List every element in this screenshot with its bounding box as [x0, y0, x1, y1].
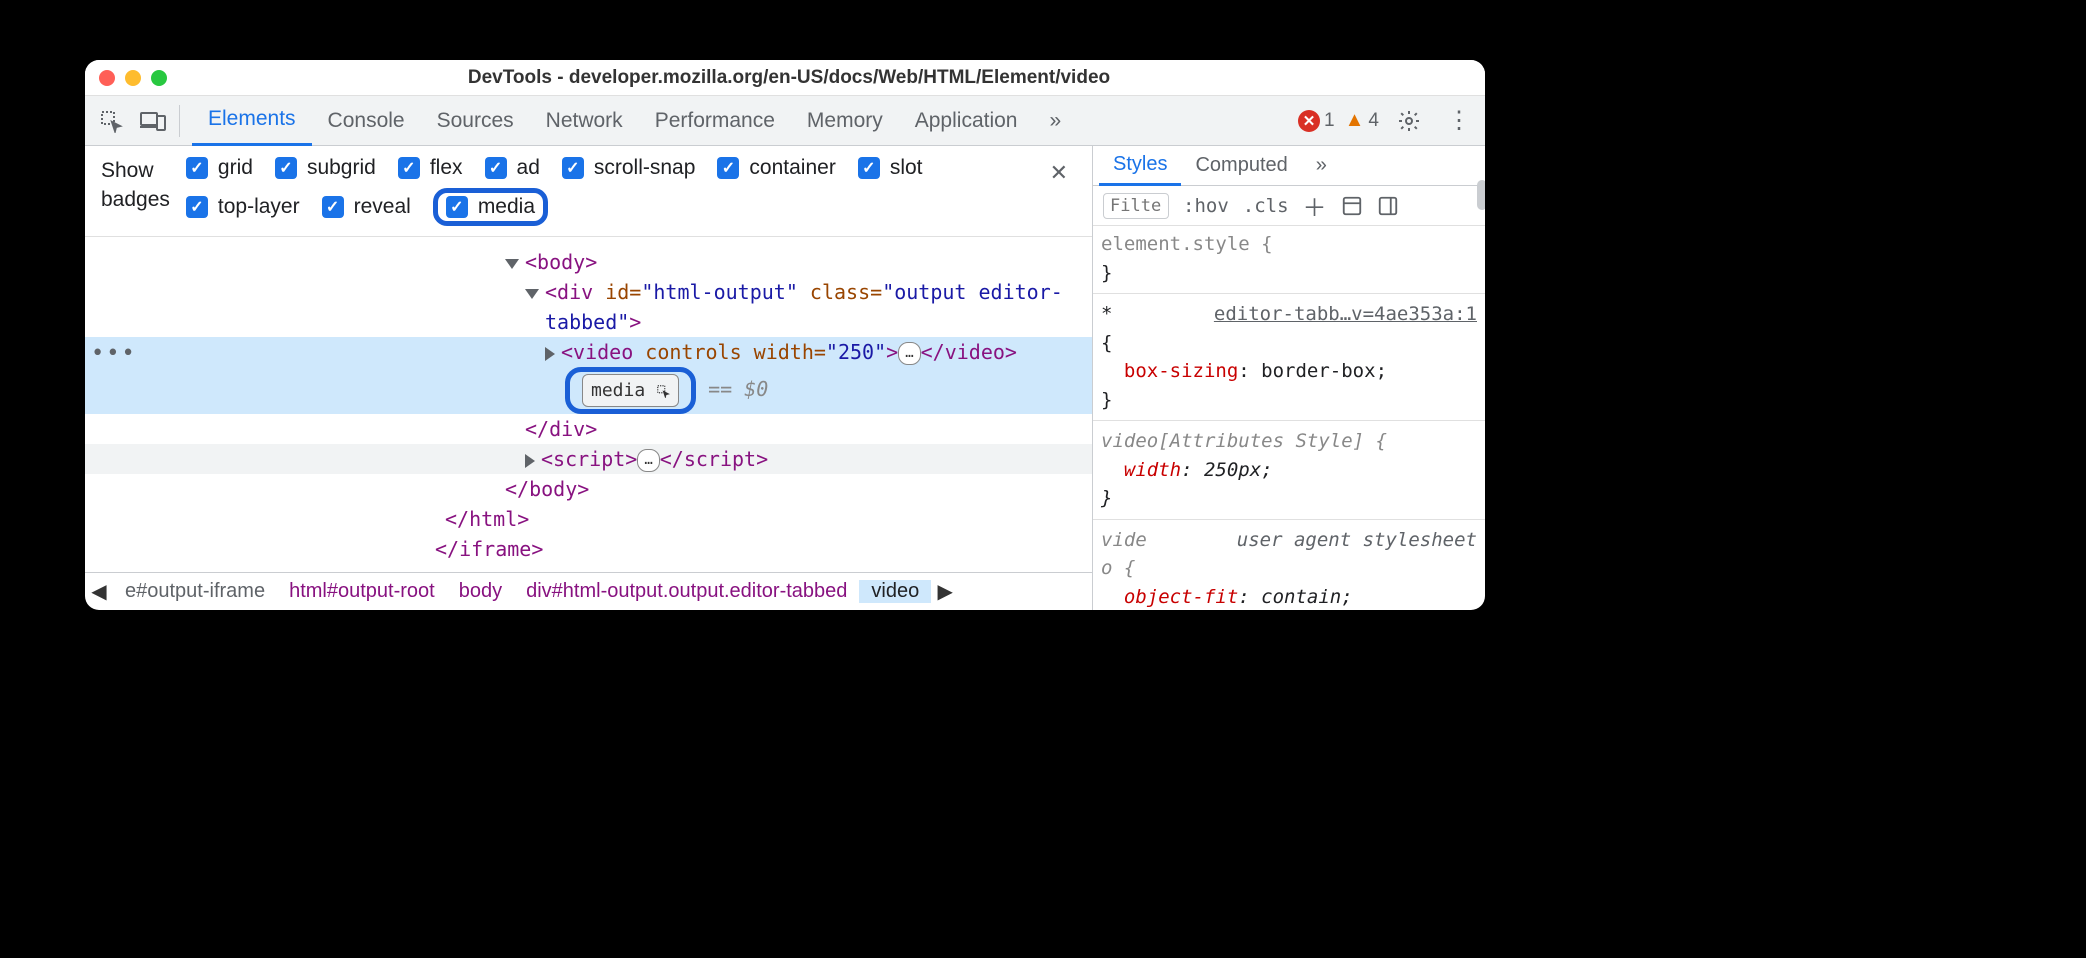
breadcrumb-item[interactable]: e#output-iframe [113, 580, 277, 603]
dom-node-media-badge-row[interactable]: media == $0 [85, 367, 1092, 414]
badge-checkboxes: ✓grid ✓subgrid ✓flex ✓ad ✓scroll-snap ✓c… [186, 156, 1026, 226]
badge-check-grid[interactable]: ✓grid [186, 156, 253, 180]
dom-tree[interactable]: <body> <div id="html-output" class="outp… [85, 237, 1092, 572]
dollar-zero-label: == $0 [708, 377, 768, 401]
styles-tabs: Styles Computed » [1093, 146, 1485, 186]
breadcrumb-next-icon[interactable]: ▶ [931, 579, 959, 604]
dom-node-html-close[interactable]: </html> [85, 504, 1092, 534]
badge-check-flex[interactable]: ✓flex [398, 156, 463, 180]
badge-check-scroll-snap[interactable]: ✓scroll-snap [562, 156, 696, 180]
badge-settings-bar: Show badges ✓grid ✓subgrid ✓flex ✓ad ✓sc… [85, 146, 1092, 237]
badge-check-slot[interactable]: ✓slot [858, 156, 923, 180]
dom-node-div[interactable]: <div id="html-output" class="output edit… [85, 277, 1092, 307]
breadcrumb-item[interactable]: html#output-root [277, 580, 447, 603]
dom-node-div-cont[interactable]: tabbed"> [85, 307, 1092, 337]
tabs-overflow[interactable]: » [1033, 96, 1077, 146]
ua-stylesheet-label: user agent stylesheet [1237, 526, 1477, 555]
tab-memory[interactable]: Memory [791, 96, 899, 146]
toolbar-right: ✕ 1 ▲ 4 ⋮ [1298, 101, 1479, 141]
breadcrumb-item[interactable]: div#html-output.output.editor-tabbed [514, 580, 859, 603]
ellipsis-icon[interactable]: … [898, 342, 920, 365]
warning-count[interactable]: ▲ 4 [1345, 109, 1379, 132]
rule-video-attrs[interactable]: video[Attributes Style] { width: 250px; … [1101, 427, 1477, 513]
breadcrumb-item-selected[interactable]: video [859, 580, 931, 603]
badge-check-reveal[interactable]: ✓reveal [322, 188, 411, 226]
error-count[interactable]: ✕ 1 [1298, 110, 1335, 132]
titlebar: DevTools - developer.mozilla.org/en-US/d… [85, 60, 1485, 96]
tab-application[interactable]: Application [899, 96, 1034, 146]
error-icon: ✕ [1298, 110, 1320, 132]
rule-universal[interactable]: editor-tabb…v=4ae353a:1 * { box-sizing: … [1101, 300, 1477, 414]
styles-toolbar: :hov .cls ＋ [1093, 186, 1485, 226]
body-area: Show badges ✓grid ✓subgrid ✓flex ✓ad ✓sc… [85, 146, 1485, 610]
dom-node-body[interactable]: <body> [85, 247, 1092, 277]
elements-pane: Show badges ✓grid ✓subgrid ✓flex ✓ad ✓sc… [85, 146, 1093, 610]
error-number: 1 [1324, 110, 1335, 132]
media-badge[interactable]: media [582, 374, 679, 407]
warning-number: 4 [1368, 110, 1379, 132]
expand-icon[interactable] [525, 454, 535, 468]
window-title: DevTools - developer.mozilla.org/en-US/d… [167, 67, 1411, 89]
styles-filter-input[interactable] [1103, 193, 1169, 219]
ellipsis-icon[interactable]: … [637, 449, 659, 472]
scrollbar-thumb[interactable] [1477, 180, 1485, 210]
badge-check-media[interactable]: ✓media [446, 195, 535, 219]
tab-styles[interactable]: Styles [1099, 146, 1181, 186]
rule-element-style[interactable]: element.style { } [1101, 230, 1477, 287]
minimize-window-button[interactable] [125, 70, 141, 86]
source-link[interactable]: editor-tabb…v=4ae353a:1 [1214, 300, 1477, 329]
dom-node-video-selected[interactable]: ••• <video controls width="250">…</video… [85, 337, 1092, 367]
tab-elements[interactable]: Elements [192, 96, 312, 146]
rule-video-ua[interactable]: user agent stylesheet vide o { object-fi… [1101, 526, 1477, 611]
tab-performance[interactable]: Performance [639, 96, 791, 146]
styles-tabs-overflow[interactable]: » [1302, 146, 1341, 186]
computed-toggle-icon[interactable] [1341, 195, 1363, 217]
warning-icon: ▲ [1345, 109, 1365, 132]
expand-icon[interactable] [525, 289, 539, 299]
tab-sources[interactable]: Sources [421, 96, 530, 146]
devtools-window: DevTools - developer.mozilla.org/en-US/d… [85, 60, 1485, 610]
breadcrumb-prev-icon[interactable]: ◀ [85, 579, 113, 604]
expand-icon[interactable] [505, 259, 519, 269]
settings-icon[interactable] [1389, 101, 1429, 141]
tab-computed[interactable]: Computed [1181, 146, 1301, 186]
gutter-dots-icon[interactable]: ••• [91, 337, 137, 370]
dom-node-div-close[interactable]: </div> [85, 414, 1092, 444]
maximize-window-button[interactable] [151, 70, 167, 86]
dom-node-iframe-close[interactable]: </iframe> [85, 534, 1092, 564]
styles-pane: Styles Computed » :hov .cls ＋ element [1093, 146, 1485, 610]
panel-tabs: Elements Console Sources Network Perform… [186, 96, 1077, 146]
sidebar-toggle-icon[interactable] [1377, 195, 1399, 217]
close-badge-bar-icon[interactable]: ✕ [1042, 156, 1076, 190]
expand-icon[interactable] [545, 347, 555, 361]
inspect-icon[interactable] [91, 101, 131, 141]
badge-check-media-highlight: ✓media [433, 188, 548, 226]
tab-console[interactable]: Console [312, 96, 421, 146]
new-rule-icon[interactable]: ＋ [1303, 188, 1327, 223]
breadcrumb: ◀ e#output-iframe html#output-root body … [85, 572, 1092, 610]
device-toggle-icon[interactable] [133, 101, 173, 141]
dom-node-body-close[interactable]: </body> [85, 474, 1092, 504]
badge-check-subgrid[interactable]: ✓subgrid [275, 156, 376, 180]
styles-rules[interactable]: element.style { } editor-tabb…v=4ae353a:… [1093, 226, 1485, 610]
media-badge-highlight: media [565, 367, 696, 414]
breadcrumb-item[interactable]: body [447, 580, 514, 603]
badge-check-ad[interactable]: ✓ad [485, 156, 540, 180]
badge-check-top-layer[interactable]: ✓top-layer [186, 188, 300, 226]
divider [179, 105, 180, 137]
main-toolbar: Elements Console Sources Network Perform… [85, 96, 1485, 146]
dom-node-script[interactable]: <script>…</script> [85, 444, 1092, 474]
close-window-button[interactable] [99, 70, 115, 86]
cls-toggle[interactable]: .cls [1243, 195, 1289, 217]
traffic-lights [99, 70, 167, 86]
badge-bar-label: Show badges [101, 156, 170, 215]
hov-toggle[interactable]: :hov [1183, 195, 1229, 217]
tab-network[interactable]: Network [530, 96, 639, 146]
badge-check-container[interactable]: ✓container [717, 156, 835, 180]
more-icon[interactable]: ⋮ [1439, 101, 1479, 141]
